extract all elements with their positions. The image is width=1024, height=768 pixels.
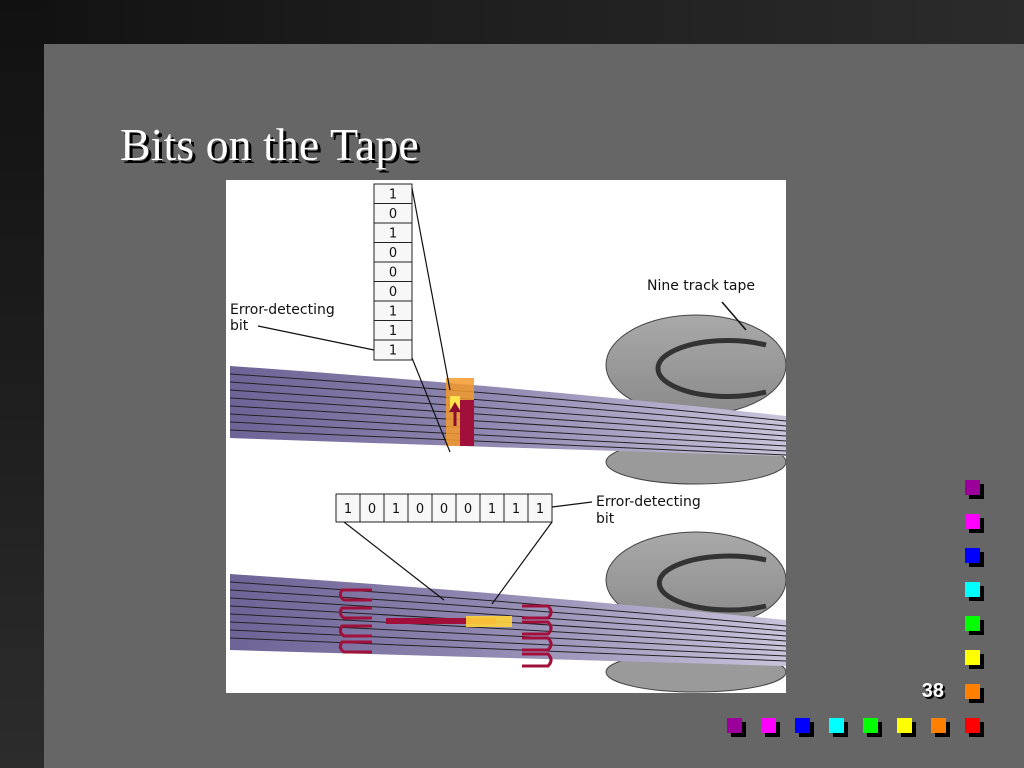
decor-square <box>965 582 980 597</box>
error-bit-pointer-bottom <box>551 501 593 508</box>
vertical-bit-cell: 1 <box>389 227 397 242</box>
decor-square <box>965 480 980 495</box>
vertical-bit-cell: 0 <box>389 207 397 222</box>
decor-square <box>965 684 980 699</box>
top-reel <box>605 314 786 485</box>
error-label-bottom-line2: bit <box>596 511 615 527</box>
page-number: 38 <box>921 680 944 702</box>
horizontal-bit-cell: 0 <box>368 502 376 517</box>
horizontal-bit-cell: 0 <box>416 502 424 517</box>
tape-illustration: 1 0 1 0 0 0 1 1 1 Error-detecting bit Nine track… <box>229 183 786 693</box>
vertical-bit-cell: 1 <box>389 305 397 320</box>
top-band <box>0 0 1024 44</box>
left-band <box>0 0 44 768</box>
vertical-bit-cell: 0 <box>389 266 397 281</box>
bottom-connector-line <box>491 521 553 605</box>
top-connector-line <box>411 187 451 391</box>
decor-square <box>829 718 844 733</box>
decor-square <box>931 718 946 733</box>
vertical-bit-cell: 1 <box>389 324 397 339</box>
decor-square <box>965 650 980 665</box>
horizontal-bit-cell: 0 <box>440 502 448 517</box>
decor-square <box>965 548 980 563</box>
vertical-bit-column: 1 0 1 0 0 0 1 1 1 <box>373 183 413 361</box>
slide-title: Bits on the Tape <box>120 119 419 170</box>
error-label-top-line2: bit <box>230 318 249 334</box>
horizontal-bit-cell: 1 <box>512 502 520 517</box>
error-bit-pointer-top <box>257 325 375 351</box>
vertical-bit-cell: 0 <box>389 246 397 261</box>
tape-figure: 1 0 1 0 0 0 1 1 1 Error-detecting bit Nine track… <box>226 180 786 693</box>
vertical-bit-cell: 0 <box>389 285 397 300</box>
vertical-bit-cell: 1 <box>389 344 397 359</box>
horizontal-bit-cell: 1 <box>392 502 400 517</box>
decor-square <box>795 718 810 733</box>
decor-square <box>965 616 980 631</box>
decor-square <box>965 514 980 529</box>
nine-track-label: Nine track tape <box>647 278 755 294</box>
vertical-bit-cell: 1 <box>389 188 397 203</box>
decor-square <box>727 718 742 733</box>
horizontal-bit-row: 1 0 1 0 0 0 1 1 1 <box>335 493 553 523</box>
horizontal-bit-cell: 1 <box>344 502 352 517</box>
horizontal-bit-cell: 0 <box>464 502 472 517</box>
decor-square <box>965 718 980 733</box>
error-label-top-line1: Error-detecting <box>230 302 335 318</box>
decor-square <box>761 718 776 733</box>
decor-square <box>863 718 878 733</box>
error-label-bottom-line1: Error-detecting <box>596 494 701 510</box>
decor-square <box>897 718 912 733</box>
horizontal-bit-cell: 1 <box>536 502 544 517</box>
horizontal-bit-cell: 1 <box>488 502 496 517</box>
